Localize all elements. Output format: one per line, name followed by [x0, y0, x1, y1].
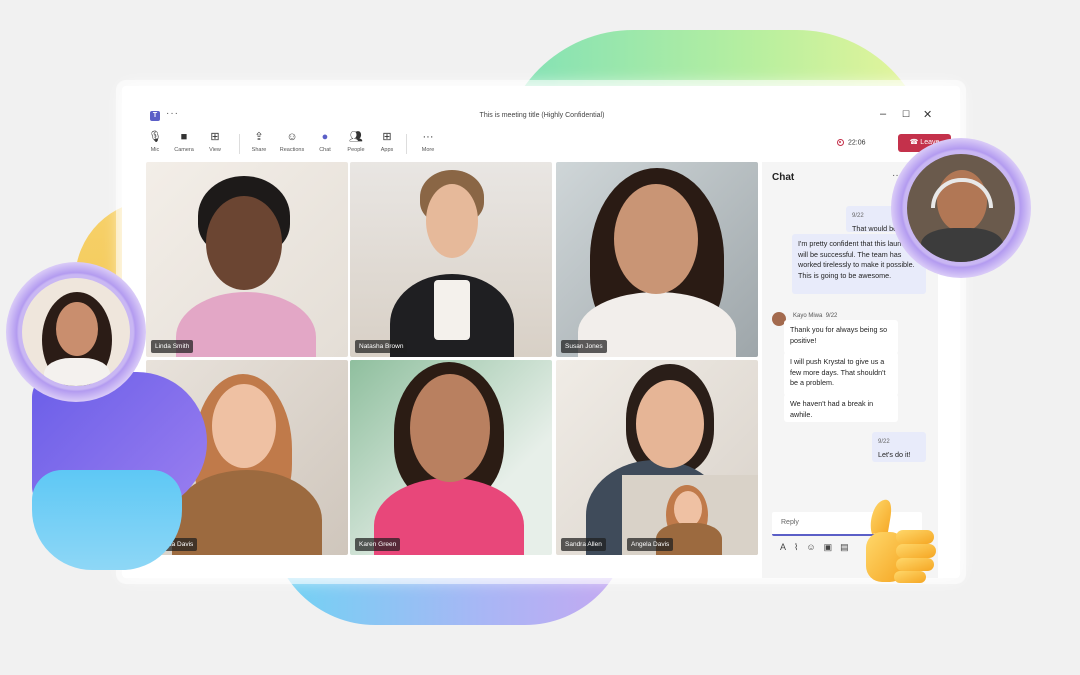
chat-label: Chat	[319, 147, 331, 153]
thumbs-up-icon	[866, 499, 936, 583]
chat-message-other: Thank you for always being so positive!	[784, 320, 898, 354]
phone-hangup-icon: ☎	[909, 139, 919, 146]
share-label: Share	[251, 147, 267, 153]
emoji-icon[interactable]: ☺	[806, 542, 823, 552]
title-bar: T ··· This is meeting title (Highly Conf…	[144, 108, 940, 126]
video-tile[interactable]: Karen Green	[350, 360, 552, 555]
chat-message-mine: 9/22 Let's do it!	[872, 432, 926, 462]
compose-toolbar: A⌇☺▣▤	[780, 542, 857, 553]
video-tile[interactable]: Susan Jones	[556, 162, 758, 357]
close-icon[interactable]: ✕	[923, 108, 932, 121]
recording-timer: 22:06	[837, 139, 866, 146]
ellipsis-icon: ···	[422, 131, 434, 143]
video-tile[interactable]: Natasha Brown	[350, 162, 552, 357]
sender-name: Kayo Miwa	[793, 313, 823, 319]
view-button[interactable]: ⊞ View	[198, 130, 232, 153]
apps-button[interactable]: ⊞ Apps	[370, 130, 404, 153]
message-text: Thank you for always being so positive!	[790, 325, 888, 345]
people-icon: 👥︎	[349, 131, 363, 143]
sticker-icon[interactable]: ▤	[840, 542, 857, 552]
people-label: People	[347, 147, 365, 153]
camera-button[interactable]: ■ Camera	[167, 130, 201, 153]
meeting-toolbar: 🎙︎ Mic ■ Camera ⊞ View ⇪ Share ☺ Reactio…	[144, 130, 951, 158]
message-time: 9/22	[825, 313, 838, 319]
chat-icon: ●	[321, 131, 329, 143]
message-text: I'm pretty confident that this launch wi…	[798, 239, 915, 280]
reactions-button[interactable]: ☺ Reactions	[275, 130, 309, 153]
chat-message-other: I will push Krystal to give us a few mor…	[784, 352, 898, 396]
reactions-label: Reactions	[279, 147, 305, 153]
floating-avatar-right	[891, 138, 1031, 278]
floating-avatar-left	[6, 262, 146, 402]
chat-title: Chat	[772, 172, 795, 183]
video-tile[interactable]: Linda Smith	[146, 162, 348, 357]
video-tile[interactable]: Sandra Allen Angela Davis	[556, 360, 758, 555]
reactions-icon: ☺	[286, 131, 298, 143]
recording-icon	[837, 139, 844, 146]
toolbar-divider	[239, 134, 240, 154]
message-text: We haven't had a break in awhile.	[790, 399, 874, 419]
apps-label: Apps	[380, 147, 394, 153]
timer-text: 22:06	[848, 139, 866, 147]
format-icon[interactable]: A	[780, 542, 794, 552]
chat-message-other: We haven't had a break in awhile.	[784, 394, 898, 422]
view-label: View	[209, 147, 221, 153]
chat-button[interactable]: ● Chat	[308, 130, 342, 153]
participant-name-tag: Karen Green	[355, 538, 401, 551]
participant-name-tag: Natasha Brown	[355, 340, 408, 353]
teams-meeting-window: T ··· This is meeting title (Highly Conf…	[122, 86, 960, 578]
reply-placeholder: Reply	[781, 519, 799, 526]
attach-icon[interactable]: ⌇	[794, 542, 806, 552]
share-button[interactable]: ⇪ Share	[242, 130, 276, 153]
meeting-title: This is meeting title (Highly Confidenti…	[479, 112, 605, 119]
gif-icon[interactable]: ▣	[824, 542, 841, 552]
toolbar-divider	[406, 134, 407, 154]
grid-view-icon: ⊞	[210, 131, 220, 143]
message-text: Let's do it!	[878, 449, 911, 459]
message-time: 9/22	[878, 439, 890, 445]
maximize-icon[interactable]: ☐	[902, 109, 910, 120]
participant-name-tag: Sandra Allen	[561, 538, 606, 551]
minimize-icon[interactable]: –	[880, 108, 886, 120]
camera-label: Camera	[174, 147, 194, 153]
message-sender: Kayo Miwa 9/22	[793, 313, 837, 319]
participant-name-tag: Susan Jones	[561, 340, 607, 353]
more-label: More	[421, 147, 435, 153]
decorative-blob-cyan	[32, 470, 182, 570]
camera-icon: ■	[180, 131, 188, 143]
apps-icon: ⊞	[382, 131, 392, 143]
share-icon: ⇪	[254, 131, 264, 143]
self-view-name-tag: Angela Davis	[627, 538, 674, 551]
participant-name-tag: Linda Smith	[151, 340, 194, 353]
people-button[interactable]: 👥︎ People	[339, 130, 373, 153]
message-text: I will push Krystal to give us a few mor…	[790, 357, 886, 387]
more-button[interactable]: ··· More	[411, 130, 445, 153]
self-view[interactable]: Angela Davis	[622, 475, 758, 555]
